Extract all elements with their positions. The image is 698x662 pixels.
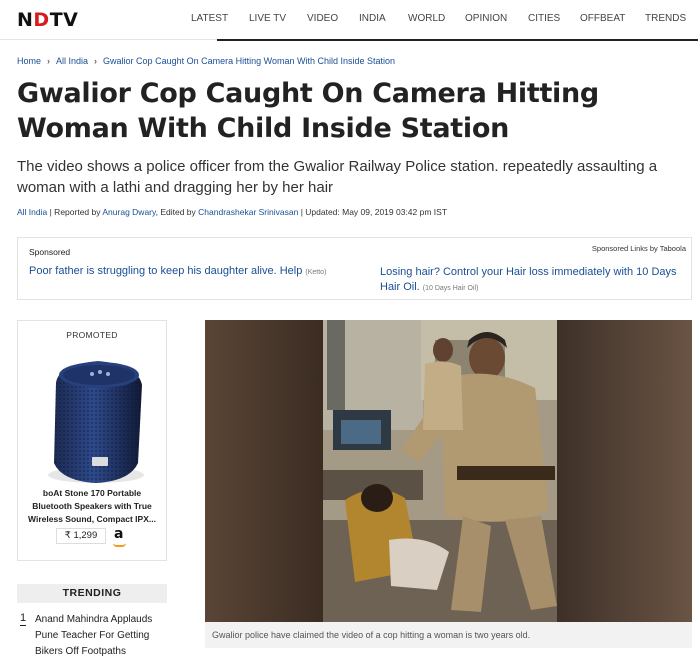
nav-item-offbeat[interactable]: OFFBEAT [580, 13, 625, 24]
trending-heading: TRENDING [17, 584, 167, 603]
trending-panel: TRENDING 1 Anand Mahindra Applauds Pune … [17, 584, 167, 660]
breadcrumb-all-india[interactable]: All India [56, 56, 88, 66]
article-meta: All India | Reported by Anurag Dwary, Ed… [17, 207, 447, 217]
sponsored-link-2[interactable]: Losing hair? Control your Hair loss imme… [380, 265, 690, 296]
meta-edited-label: , Edited by [155, 207, 199, 217]
taboola-attribution[interactable]: Sponsored Links by Taboola [592, 244, 686, 253]
top-navigation-bar: NDTV LATEST LIVE TV VIDEO INDIA WORLD OP… [0, 0, 698, 40]
main-nav: LATEST LIVE TV VIDEO INDIA WORLD OPINION… [180, 13, 698, 27]
amazon-smile-icon [113, 543, 126, 547]
chevron-right-icon: › [47, 56, 51, 66]
nav-item-opinion[interactable]: OPINION [465, 13, 507, 24]
video-frame-image [205, 320, 692, 622]
promoted-label: PROMOTED [66, 330, 118, 340]
speaker-product-image[interactable] [38, 345, 153, 490]
article-headline: Gwalior Cop Caught On Camera Hitting Wom… [17, 78, 599, 144]
video-caption: Gwalior police have claimed the video of… [205, 622, 692, 648]
ndtv-logo[interactable]: NDTV [17, 9, 78, 31]
promoted-product-card[interactable]: PROMOTED boAt Stone 170 Portable Bluetoo… [17, 320, 167, 561]
nav-item-video[interactable]: VIDEO [307, 13, 338, 24]
trending-item-number: 1 [20, 612, 27, 626]
promoted-product-title[interactable]: boAt Stone 170 Portable Bluetooth Speake… [24, 487, 160, 526]
nav-item-latest[interactable]: LATEST [191, 13, 228, 24]
meta-section-link[interactable]: All India [17, 207, 47, 217]
trending-item[interactable]: 1 Anand Mahindra Applauds Pune Teacher F… [17, 612, 167, 660]
article-video-player[interactable] [205, 320, 692, 622]
article-summary: The video shows a police officer from th… [17, 158, 658, 196]
meta-reported-label: | Reported by [47, 207, 103, 217]
amazon-logo-icon: a [114, 526, 124, 542]
meta-editor-link[interactable]: Chandrashekar Srinivasan [198, 207, 298, 217]
meta-updated: | Updated: May 09, 2019 03:42 pm IST [298, 207, 448, 217]
sponsored-link-1[interactable]: Poor father is struggling to keep his da… [29, 265, 326, 277]
breadcrumb-home[interactable]: Home [17, 56, 41, 66]
nav-item-india[interactable]: INDIA [359, 13, 386, 24]
nav-item-world[interactable]: WORLD [408, 13, 445, 24]
breadcrumb-current[interactable]: Gwalior Cop Caught On Camera Hitting Wom… [103, 56, 395, 66]
meta-reporter-link[interactable]: Anurag Dwary [102, 207, 155, 217]
nav-item-cities[interactable]: CITIES [528, 13, 560, 24]
breadcrumb: Home › All India › Gwalior Cop Caught On Cam… [17, 56, 395, 66]
nav-item-live-tv[interactable]: LIVE TV [249, 13, 286, 24]
product-price: ₹ 1,299 [56, 528, 106, 544]
sponsored-links-box: Sponsored Sponsored Links by Taboola Poo… [17, 237, 692, 300]
trending-item-title[interactable]: Anand Mahindra Applauds Pune Teacher For… [35, 614, 152, 657]
nav-underline-divider [217, 39, 698, 41]
sponsored-label: Sponsored [29, 247, 71, 257]
chevron-right-icon: › [94, 56, 98, 66]
nav-item-trends[interactable]: TRENDS [645, 13, 686, 24]
